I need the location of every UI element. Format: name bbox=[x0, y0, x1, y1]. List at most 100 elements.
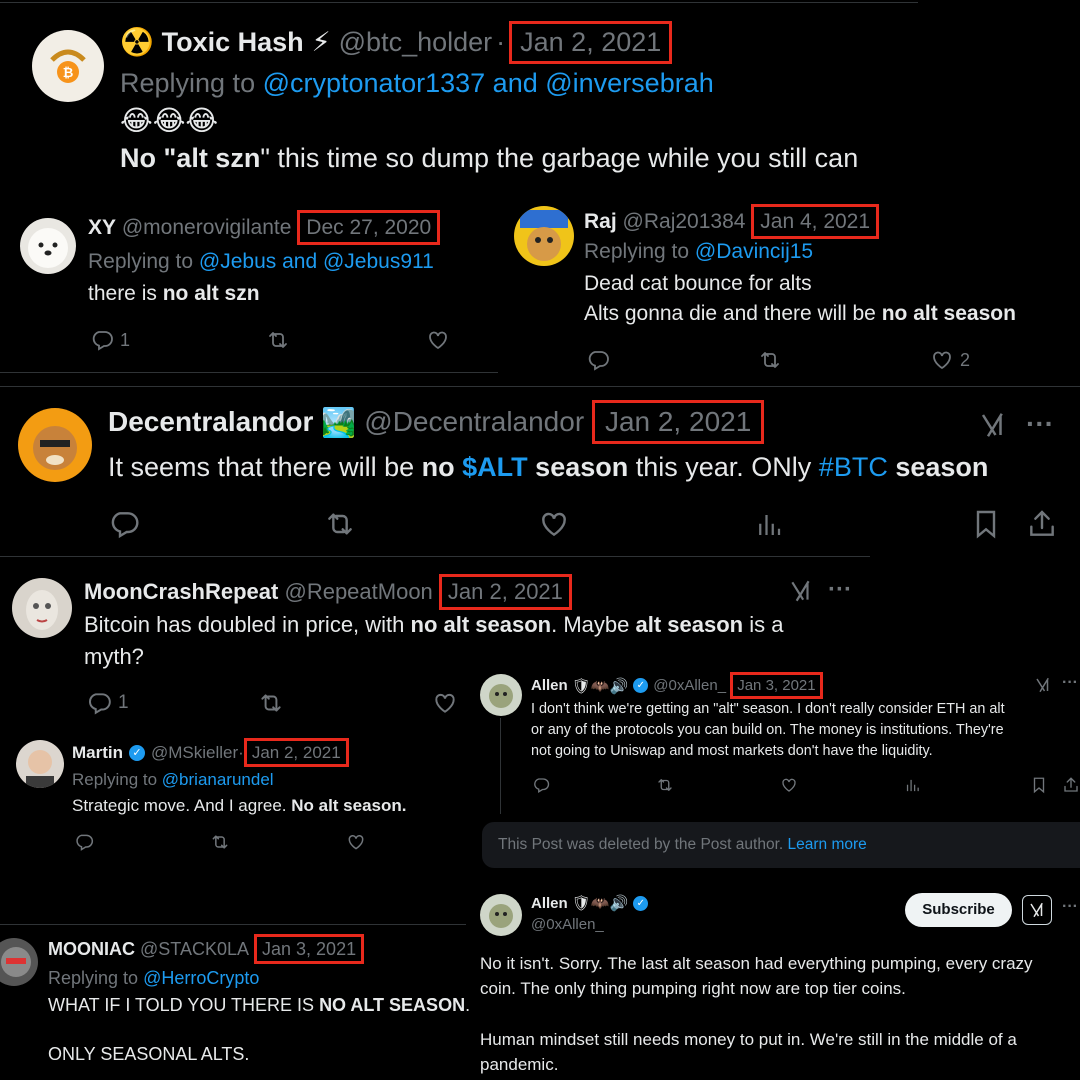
avatar[interactable]: ₿ bbox=[32, 30, 104, 102]
like-button[interactable] bbox=[346, 832, 366, 852]
retweet-icon bbox=[210, 832, 230, 852]
display-name[interactable]: Raj bbox=[584, 210, 617, 234]
bookmark-button[interactable] bbox=[970, 508, 1002, 540]
mention-link[interactable]: @HerroCrypto bbox=[143, 968, 259, 989]
bookmark-button[interactable] bbox=[1030, 776, 1048, 794]
timestamp[interactable]: Jan 2, 2021 bbox=[591, 400, 765, 444]
display-name[interactable]: Allen bbox=[531, 895, 568, 912]
divider bbox=[0, 2, 918, 3]
retweet-button[interactable] bbox=[758, 348, 782, 372]
replying-prefix: Replying to bbox=[584, 240, 690, 263]
grok-icon[interactable] bbox=[978, 410, 1008, 440]
like-button[interactable] bbox=[780, 776, 798, 794]
avatar[interactable] bbox=[514, 206, 574, 266]
more-options-button[interactable]: ··· bbox=[1062, 674, 1078, 692]
reply-button[interactable] bbox=[586, 348, 610, 372]
cashtag-link[interactable]: $ALT bbox=[462, 452, 528, 482]
more-options-button[interactable]: ··· bbox=[1062, 898, 1078, 916]
text-bold: No alt season. bbox=[291, 796, 407, 815]
handle[interactable]: @0xAllen_ bbox=[531, 916, 604, 933]
emoji-line: 😂😂😂 bbox=[120, 105, 219, 136]
bitcoin-logo-icon: ₿ bbox=[50, 49, 86, 83]
handle[interactable]: @Decentralandor bbox=[364, 406, 584, 438]
timestamp[interactable]: Jan 3, 2021 bbox=[254, 934, 365, 964]
handle[interactable]: @STACK0LA bbox=[140, 939, 249, 960]
timestamp[interactable]: Jan 4, 2021 bbox=[751, 204, 880, 239]
mention-link[interactable]: @Jebus and @Jebus911 bbox=[199, 250, 434, 274]
text-part: . Maybe bbox=[551, 612, 636, 637]
display-name[interactable]: Decentralandor bbox=[108, 406, 313, 438]
views-button[interactable] bbox=[754, 510, 784, 540]
mention-link[interactable]: @inversebrah bbox=[545, 68, 714, 99]
retweet-button[interactable] bbox=[258, 690, 284, 716]
retweet-button[interactable] bbox=[210, 832, 230, 852]
replying-prefix: Replying to bbox=[88, 250, 194, 273]
more-options-button[interactable]: ··· bbox=[1026, 408, 1054, 440]
tweet-header: Allen 🛡🦇🔊 ✓ @0xAllen_ Jan 3, 2021 bbox=[531, 672, 823, 699]
tweet-xy[interactable]: XY @monerovigilante Dec 27, 2020 Replyin… bbox=[0, 196, 498, 374]
reply-button[interactable] bbox=[532, 776, 550, 794]
timestamp[interactable]: Jan 2, 2021 bbox=[509, 20, 673, 64]
tweet-toxic-hash[interactable]: ₿ ☢️ Toxic Hash ⚡ @btc_holder · Jan 2, 2… bbox=[0, 0, 1080, 196]
like-button[interactable] bbox=[432, 690, 458, 716]
text-bold: season bbox=[895, 452, 989, 482]
avatar[interactable] bbox=[16, 740, 64, 788]
more-options-button[interactable]: ··· bbox=[828, 576, 852, 604]
views-button[interactable] bbox=[904, 777, 921, 794]
display-name[interactable]: MOONIAC bbox=[48, 939, 135, 960]
retweet-button[interactable] bbox=[266, 328, 290, 352]
reply-button[interactable] bbox=[108, 508, 140, 540]
tweet-header: Raj @Raj201384 Jan 4, 2021 bbox=[584, 204, 880, 239]
reply-button[interactable]: 1 bbox=[86, 690, 129, 716]
grok-icon[interactable] bbox=[1034, 676, 1052, 694]
mention-link[interactable]: @brianarundel bbox=[162, 770, 274, 790]
display-name[interactable]: MoonCrashRepeat bbox=[84, 579, 278, 605]
reply-button[interactable] bbox=[74, 832, 94, 852]
timestamp[interactable]: Jan 3, 2021 bbox=[730, 672, 823, 699]
reply-button[interactable]: 1 bbox=[90, 328, 130, 352]
handle[interactable]: @0xAllen_ bbox=[653, 677, 726, 694]
display-name[interactable]: Toxic Hash bbox=[162, 27, 304, 58]
avatar[interactable] bbox=[480, 894, 522, 936]
tweet-header: XY @monerovigilante Dec 27, 2020 bbox=[88, 210, 441, 245]
like-button[interactable] bbox=[538, 508, 570, 540]
like-button[interactable]: 2 bbox=[930, 348, 970, 372]
display-name[interactable]: Martin bbox=[72, 743, 123, 763]
reply-icon bbox=[108, 508, 140, 540]
verified-badge-icon: ✓ bbox=[633, 678, 649, 693]
text-part: Alts gonna die and there will be bbox=[584, 302, 882, 325]
tweet-decentralandor[interactable]: Decentralandor 🏞️ @Decentralandor Jan 2,… bbox=[0, 386, 1080, 558]
avatar[interactable] bbox=[20, 218, 76, 274]
share-button[interactable] bbox=[1062, 776, 1080, 794]
helmet-icon bbox=[1, 947, 31, 977]
grok-icon[interactable] bbox=[788, 578, 814, 604]
hashtag-link[interactable]: #BTC bbox=[819, 452, 888, 482]
text-bold: alt season bbox=[635, 612, 744, 637]
display-name[interactable]: XY bbox=[88, 216, 116, 240]
avatar[interactable] bbox=[18, 408, 92, 482]
avatar[interactable] bbox=[0, 938, 38, 986]
handle[interactable]: @MSkieller bbox=[151, 743, 238, 763]
handle[interactable]: @RepeatMoon bbox=[284, 579, 432, 605]
tweet-raj[interactable]: Raj @Raj201384 Jan 4, 2021 Replying to @… bbox=[500, 190, 1080, 386]
retweet-button[interactable] bbox=[656, 776, 674, 794]
subscribe-button[interactable]: Subscribe bbox=[905, 893, 1012, 927]
retweet-button[interactable] bbox=[324, 508, 356, 540]
share-button[interactable] bbox=[1026, 508, 1058, 540]
avatar[interactable] bbox=[12, 578, 72, 638]
tweet-header: Allen 🛡🦇🔊 ✓ bbox=[531, 894, 649, 912]
avatar[interactable] bbox=[480, 674, 522, 716]
grok-icon[interactable] bbox=[1022, 895, 1052, 925]
mention-link[interactable]: @cryptonator1337 bbox=[263, 68, 486, 99]
handle[interactable]: @monerovigilante bbox=[122, 216, 292, 240]
timestamp[interactable]: Jan 2, 2021 bbox=[243, 738, 349, 767]
handle[interactable]: @btc_holder bbox=[339, 27, 493, 58]
display-name[interactable]: Allen bbox=[531, 677, 568, 694]
handle[interactable]: @Raj201384 bbox=[623, 210, 746, 234]
learn-more-link[interactable]: Learn more bbox=[788, 836, 867, 854]
like-button[interactable] bbox=[426, 328, 450, 352]
name-emojis: 🛡🦇🔊 bbox=[571, 677, 629, 695]
mention-link[interactable]: @Davincij15 bbox=[695, 240, 813, 264]
timestamp[interactable]: Jan 2, 2021 bbox=[438, 574, 572, 610]
timestamp[interactable]: Dec 27, 2020 bbox=[297, 210, 441, 245]
